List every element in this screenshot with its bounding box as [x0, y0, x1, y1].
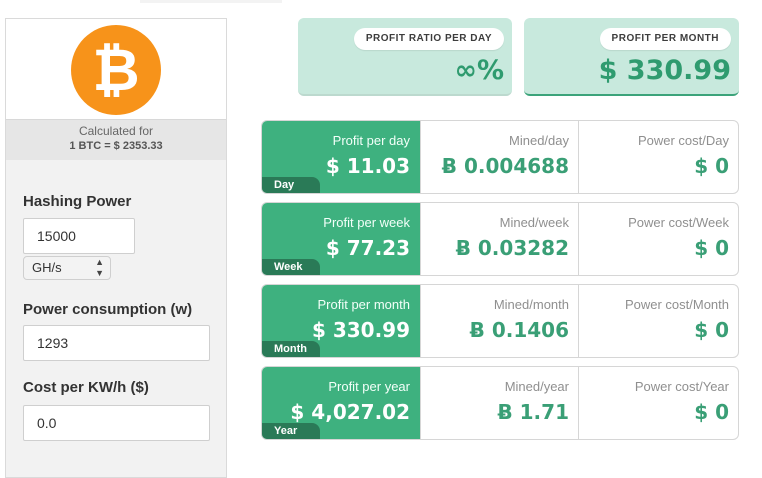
profit-label: Profit per day — [332, 133, 410, 148]
profit-cell: Profit per day $ 11.03 Day — [262, 121, 420, 193]
profit-label: Profit per week — [323, 215, 410, 230]
select-arrows-icon: ▲ ▼ — [95, 257, 104, 278]
mined-cell: Mined/year Ƀ 1.71 — [420, 367, 579, 439]
mined-cell: Mined/week Ƀ 0.03282 — [420, 203, 579, 275]
hashing-power-input[interactable]: 15000 — [23, 218, 135, 254]
bitcoin-logo-icon: ₿ — [71, 25, 161, 115]
power-consumption-label: Power consumption (w) — [23, 301, 193, 318]
mined-value: Ƀ 0.03282 — [455, 236, 569, 260]
stats-row-week: Profit per week $ 77.23 Week Mined/week … — [261, 202, 739, 276]
period-tag: Week — [262, 259, 320, 275]
mined-label: Mined/month — [493, 297, 569, 312]
calculator-sidebar: ₿ Calculated for 1 BTC = $ 2353.33 Hashi… — [5, 18, 227, 478]
profit-cell: Profit per year $ 4,027.02 Year — [262, 367, 420, 439]
profit-value: $ 77.23 — [325, 236, 410, 260]
profit-month-value: $ 330.99 — [598, 55, 731, 86]
mined-label: Mined/day — [509, 133, 569, 148]
power-cost-value: $ 0 — [694, 318, 729, 342]
calculated-for-label: Calculated for — [78, 124, 154, 138]
power-cost-cell: Power cost/Day $ 0 — [578, 121, 738, 193]
mined-label: Mined/year — [504, 379, 569, 394]
profit-cell: Profit per week $ 77.23 Week — [262, 203, 420, 275]
power-cost-label: Power cost/Month — [624, 297, 729, 312]
cost-per-kwh-input[interactable]: 0.0 — [23, 405, 210, 441]
power-cost-label: Power cost/Year — [634, 379, 729, 394]
period-tag: Month — [262, 341, 320, 357]
profit-month-card: PROFIT PER MONTH $ 330.99 — [524, 18, 739, 96]
profit-ratio-label: PROFIT RATIO PER DAY — [353, 28, 504, 50]
power-cost-value: $ 0 — [694, 154, 729, 178]
stats-row-day: Profit per day $ 11.03 Day Mined/day Ƀ 0… — [261, 120, 739, 194]
power-cost-cell: Power cost/Month $ 0 — [578, 285, 738, 357]
profit-month-label: PROFIT PER MONTH — [599, 28, 731, 50]
power-cost-cell: Power cost/Year $ 0 — [578, 367, 738, 439]
mined-value: Ƀ 0.004688 — [441, 154, 569, 178]
top-tab-indicator — [140, 0, 282, 3]
profit-ratio-card: PROFIT RATIO PER DAY ∞% — [298, 18, 512, 96]
mined-label: Mined/week — [499, 215, 569, 230]
power-cost-value: $ 0 — [694, 236, 729, 260]
stats-row-year: Profit per year $ 4,027.02 Year Mined/ye… — [261, 366, 739, 440]
exchange-rate-text: 1 BTC = $ 2353.33 — [69, 140, 163, 152]
hashing-unit-select[interactable]: GH/s ▲ ▼ — [23, 256, 111, 280]
coin-logo-box: ₿ — [6, 19, 226, 120]
power-cost-label: Power cost/Week — [628, 215, 729, 230]
exchange-rate-box: Calculated for 1 BTC = $ 2353.33 — [6, 120, 226, 160]
power-cost-value: $ 0 — [694, 400, 729, 424]
profit-value: $ 330.99 — [311, 318, 410, 342]
profit-value: $ 11.03 — [325, 154, 410, 178]
power-cost-label: Power cost/Day — [637, 133, 729, 148]
profit-cell: Profit per month $ 330.99 Month — [262, 285, 420, 357]
hashing-power-label: Hashing Power — [23, 193, 132, 210]
mined-value: Ƀ 0.1406 — [469, 318, 569, 342]
period-tag: Year — [262, 423, 320, 439]
stats-row-month: Profit per month $ 330.99 Month Mined/mo… — [261, 284, 739, 358]
period-tag: Day — [262, 177, 320, 193]
power-consumption-input[interactable]: 1293 — [23, 325, 210, 361]
cost-per-kwh-label: Cost per KW/h ($) — [23, 379, 149, 396]
profit-label: Profit per year — [328, 379, 410, 394]
profit-ratio-value: ∞% — [454, 55, 504, 86]
mined-cell: Mined/month Ƀ 0.1406 — [420, 285, 579, 357]
mined-cell: Mined/day Ƀ 0.004688 — [420, 121, 579, 193]
power-cost-cell: Power cost/Week $ 0 — [578, 203, 738, 275]
mined-value: Ƀ 1.71 — [497, 400, 569, 424]
hashing-unit-value: GH/s — [32, 260, 62, 275]
profit-label: Profit per month — [317, 297, 411, 312]
profit-value: $ 4,027.02 — [290, 400, 410, 424]
